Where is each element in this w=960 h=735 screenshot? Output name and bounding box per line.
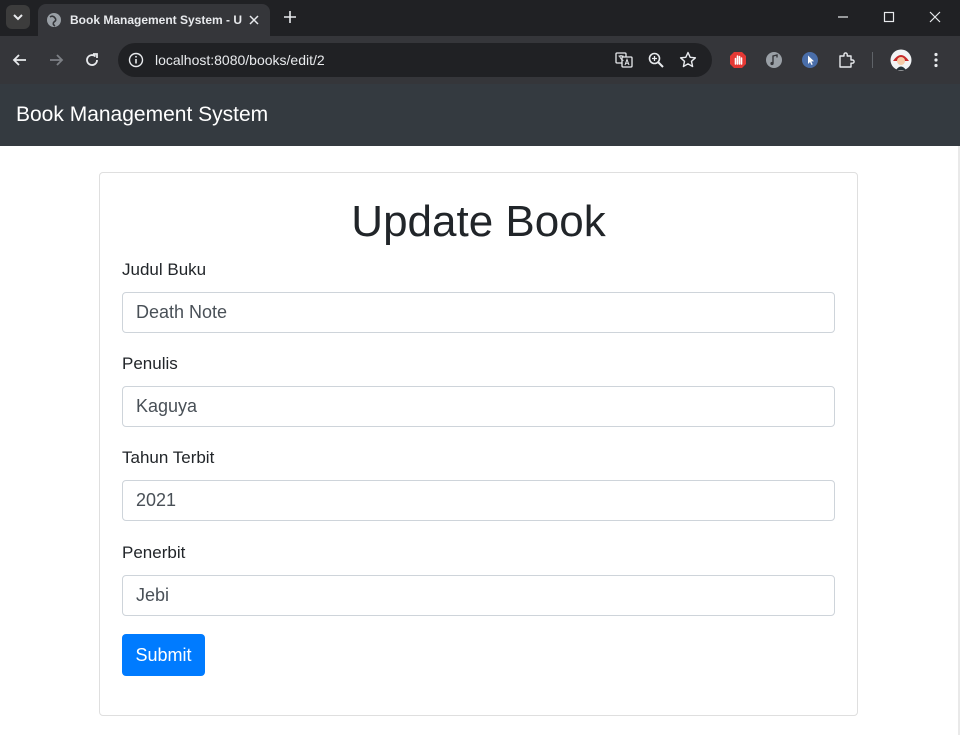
chevron-down-icon	[13, 14, 23, 21]
browser-tab-strip: Book Management System - U	[0, 0, 960, 36]
plus-icon	[284, 11, 296, 23]
music-icon[interactable]	[764, 50, 784, 70]
puzzle-icon[interactable]	[836, 50, 856, 70]
globe-icon	[46, 12, 62, 28]
penerbit-label: Penerbit	[122, 543, 186, 562]
minimize-button[interactable]	[832, 6, 854, 28]
tab-title: Book Management System - U	[70, 13, 243, 27]
close-window-button[interactable]	[924, 6, 946, 28]
star-icon[interactable]	[678, 50, 698, 70]
close-icon[interactable]	[246, 12, 262, 28]
reload-button[interactable]	[80, 48, 104, 72]
browser-toolbar: localhost:8080/books/edit/2	[0, 36, 960, 84]
toolbar-divider	[872, 52, 873, 68]
new-tab-button[interactable]	[280, 7, 300, 27]
maximize-icon	[883, 11, 895, 23]
judul-buku-label: Judul Buku	[122, 260, 207, 279]
minimize-icon	[838, 16, 848, 18]
submit-button[interactable]: Submit	[122, 634, 205, 676]
arrow-left-icon	[12, 54, 26, 66]
app-navbar: Book Management System	[0, 84, 960, 146]
kebab-menu-icon[interactable]	[926, 50, 946, 70]
back-button[interactable]	[8, 48, 32, 72]
penulis-input[interactable]	[122, 386, 835, 427]
url-text: localhost:8080/books/edit/2	[155, 52, 325, 68]
tab-search-button[interactable]	[6, 5, 30, 29]
info-icon[interactable]	[126, 50, 146, 70]
translate-icon[interactable]	[614, 50, 634, 70]
penerbit-input[interactable]	[122, 575, 835, 616]
close-icon	[929, 11, 941, 23]
update-book-card: Update Book Judul Buku Penulis Tahun Ter…	[99, 172, 858, 716]
forward-button[interactable]	[44, 48, 68, 72]
zoom-icon[interactable]	[646, 50, 666, 70]
cursor-icon[interactable]	[800, 50, 820, 70]
browser-tab[interactable]: Book Management System - U	[38, 4, 270, 36]
navbar-brand[interactable]: Book Management System	[16, 103, 268, 127]
arrow-right-icon	[50, 54, 64, 66]
stop-hand-icon[interactable]	[728, 50, 748, 70]
avatar[interactable]	[890, 49, 912, 71]
maximize-button[interactable]	[878, 6, 900, 28]
tahun-terbit-label: Tahun Terbit	[122, 448, 215, 467]
penulis-label: Penulis	[122, 354, 178, 373]
address-bar[interactable]: localhost:8080/books/edit/2	[118, 43, 712, 77]
tahun-terbit-input[interactable]	[122, 480, 835, 521]
page-title: Update Book	[351, 197, 606, 246]
judul-buku-input[interactable]	[122, 292, 835, 333]
reload-icon	[86, 53, 98, 66]
